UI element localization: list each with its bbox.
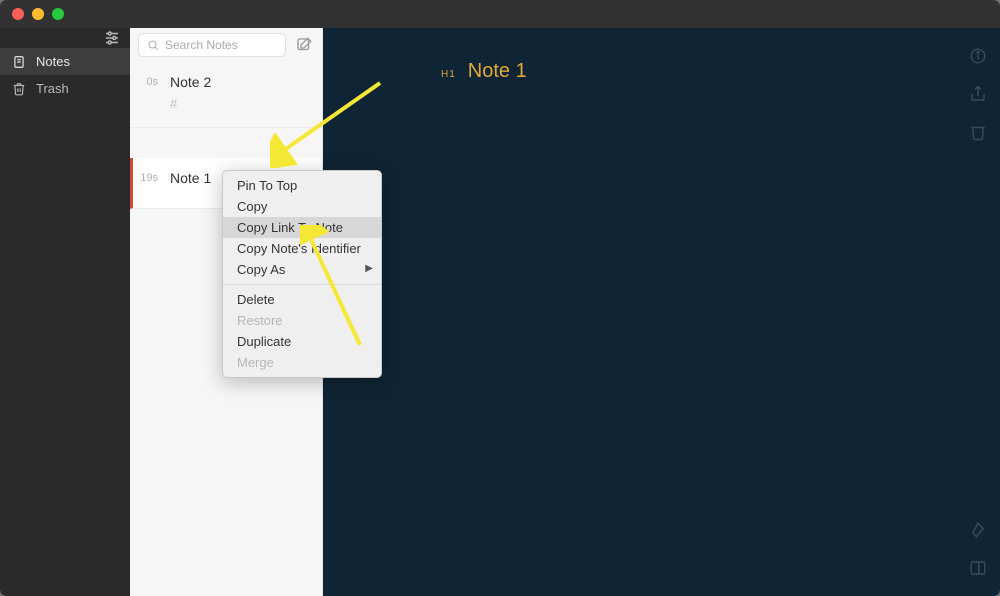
sidebar-item-trash[interactable]: Trash bbox=[0, 75, 130, 102]
note-title: Note 2 bbox=[170, 74, 312, 90]
editor-pane[interactable]: H1 Note 1 bbox=[323, 28, 1000, 596]
app-body: Notes Trash Search Notes bbox=[0, 28, 1000, 596]
ctx-merge: Merge bbox=[223, 352, 381, 373]
note-icon bbox=[12, 55, 26, 69]
pen-icon[interactable] bbox=[968, 520, 988, 540]
window-controls bbox=[12, 8, 64, 20]
list-toolbar: Search Notes bbox=[130, 28, 322, 48]
ctx-separator bbox=[223, 284, 381, 285]
editor-right-icons bbox=[968, 46, 988, 142]
editor-title-row: H1 Note 1 bbox=[441, 60, 527, 83]
note-body: Note 2 # bbox=[170, 74, 312, 111]
titlebar[interactable] bbox=[0, 0, 1000, 28]
trash-icon[interactable] bbox=[968, 122, 988, 142]
note-subtitle: # bbox=[170, 96, 312, 111]
app-window: Notes Trash Search Notes bbox=[0, 0, 1000, 596]
ctx-copy-link-to-note[interactable]: Copy Link To Note bbox=[223, 217, 381, 238]
info-icon[interactable] bbox=[968, 46, 988, 66]
note-time: 0s bbox=[140, 74, 158, 88]
maximize-window-icon[interactable] bbox=[52, 8, 64, 20]
minimize-window-icon[interactable] bbox=[32, 8, 44, 20]
ctx-copy-note-identifier[interactable]: Copy Note's Identifier bbox=[223, 238, 381, 259]
ctx-duplicate[interactable]: Duplicate bbox=[223, 331, 381, 352]
chevron-right-icon: ▶ bbox=[365, 263, 373, 274]
note-row[interactable]: 0s Note 2 # bbox=[130, 62, 322, 128]
ctx-copy[interactable]: Copy bbox=[223, 196, 381, 217]
heading-tag: H1 bbox=[441, 69, 456, 80]
close-window-icon[interactable] bbox=[12, 8, 24, 20]
sidebar-top bbox=[0, 28, 130, 48]
sidebar-item-label: Trash bbox=[36, 81, 69, 96]
panel-icon[interactable] bbox=[968, 558, 988, 578]
sidebar-item-notes[interactable]: Notes bbox=[0, 48, 130, 75]
editor-bottom-icons bbox=[968, 520, 988, 578]
settings-icon[interactable] bbox=[102, 28, 122, 48]
ctx-delete[interactable]: Delete bbox=[223, 289, 381, 310]
ctx-copy-as[interactable]: Copy As▶ bbox=[223, 259, 381, 280]
share-icon[interactable] bbox=[968, 84, 988, 104]
ctx-pin-to-top[interactable]: Pin To Top bbox=[223, 175, 381, 196]
trash-icon bbox=[12, 82, 26, 96]
note-time: 19s bbox=[140, 170, 158, 184]
ctx-restore: Restore bbox=[223, 310, 381, 331]
editor-title[interactable]: Note 1 bbox=[468, 60, 527, 83]
context-menu: Pin To Top Copy Copy Link To Note Copy N… bbox=[222, 170, 382, 378]
sidebar: Notes Trash bbox=[0, 28, 130, 596]
sidebar-item-label: Notes bbox=[36, 54, 70, 69]
